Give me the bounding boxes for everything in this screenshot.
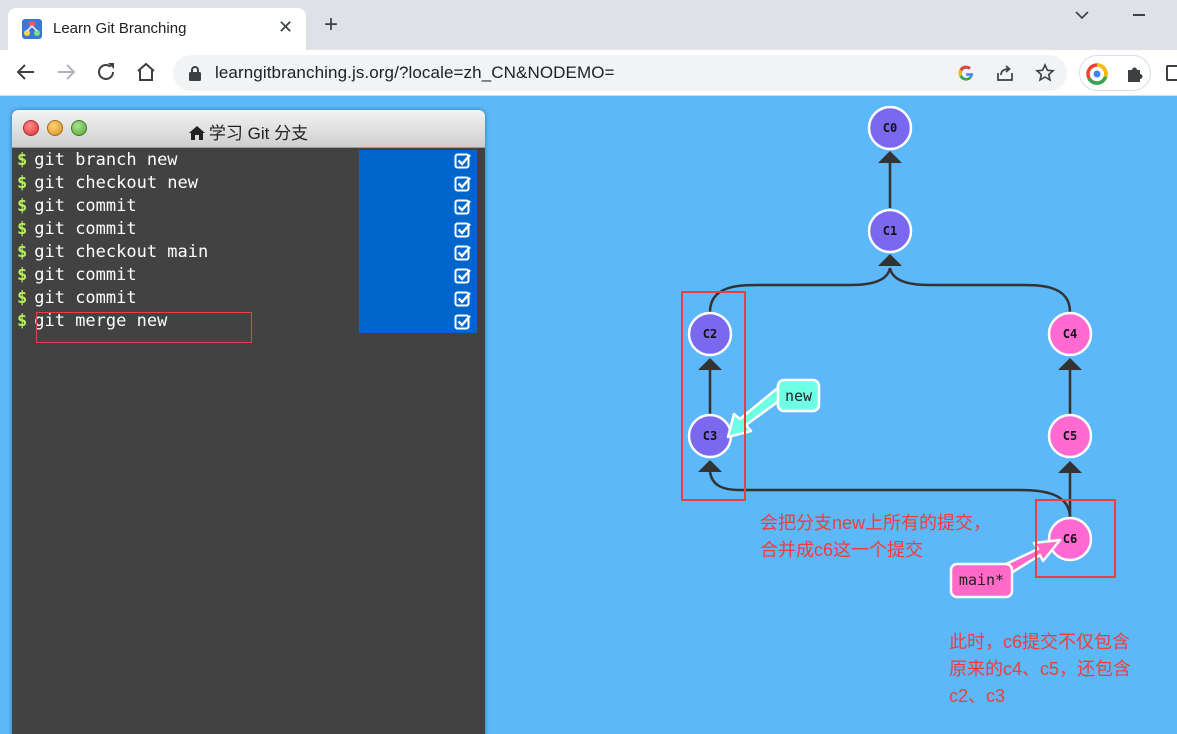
- arrowhead-c4: [1058, 358, 1082, 370]
- commit-label: C2: [703, 327, 717, 341]
- branch-label: new: [785, 387, 813, 405]
- commit-c3[interactable]: C3: [687, 413, 733, 459]
- merge-annotation-text: 会把分支new上所有的提交， 合并成c6这一个提交: [760, 513, 992, 560]
- commit-c1[interactable]: C1: [867, 208, 913, 254]
- edge-c4-c1: [888, 267, 1072, 313]
- commit-c6[interactable]: C6: [1047, 516, 1093, 562]
- arrowhead-c3: [698, 460, 722, 472]
- commit-label: C5: [1063, 429, 1077, 443]
- edge-c2-c1: [708, 267, 892, 313]
- commit-c4[interactable]: C4: [1047, 311, 1093, 357]
- commit-c2[interactable]: C2: [687, 311, 733, 357]
- git-graph: C0 C1 C2 C3 C4 C5 C6 new main*: [681, 105, 1116, 599]
- commit-label: C0: [883, 121, 897, 135]
- commit-label: C1: [883, 224, 897, 238]
- commit-label: C4: [1063, 327, 1077, 341]
- commit-label: C6: [1063, 532, 1077, 546]
- arrowhead-c1: [878, 254, 902, 266]
- arrowhead-c0: [878, 151, 902, 163]
- branch-label: main*: [959, 571, 1004, 589]
- commit-c0[interactable]: C0: [867, 105, 913, 151]
- branch-tag-new[interactable]: new: [726, 378, 821, 439]
- commit-c5[interactable]: C5: [1047, 413, 1093, 459]
- c6-annotation-text: 此时，c6提交不仅包含 原来的c4、c5，还包含 c2、c3: [949, 632, 1132, 706]
- arrowhead-c5: [1058, 461, 1082, 473]
- commit-label: C3: [703, 429, 717, 443]
- arrowhead-c2: [698, 358, 722, 370]
